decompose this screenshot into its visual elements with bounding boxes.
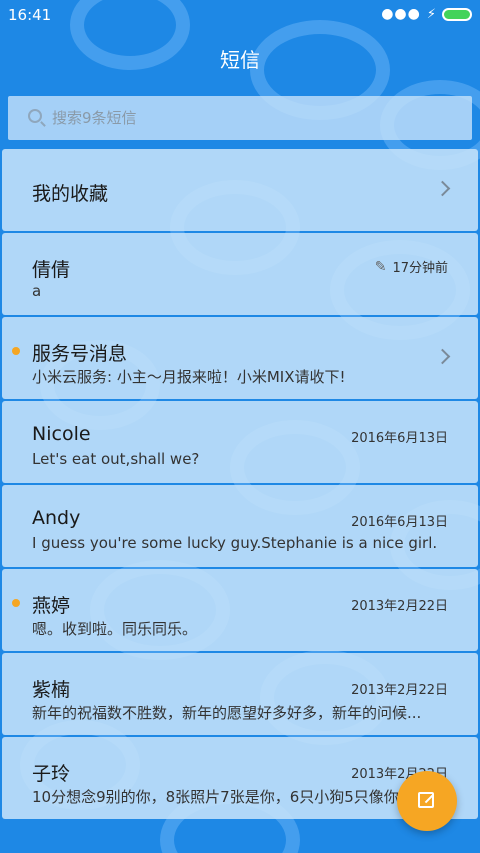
more-dots-icon: ●●● <box>381 6 421 22</box>
message-preview: a <box>32 282 42 300</box>
message-time: 17分钟前 <box>392 261 448 276</box>
search-input[interactable] <box>52 96 452 140</box>
compose-button[interactable] <box>397 771 457 831</box>
message-time: 2013年2月22日 <box>351 599 448 614</box>
message-time: 2013年2月22日 <box>351 683 448 698</box>
unread-dot <box>12 347 20 355</box>
favorites-label: 我的收藏 <box>32 183 109 205</box>
message-preview: 嗯。收到啦。同乐同乐。 <box>32 620 198 638</box>
contact-name: 倩倩 <box>32 259 71 281</box>
contact-name: 子玲 <box>32 763 71 785</box>
chevron-right-icon <box>434 180 451 197</box>
message-preview: Let's eat out,shall we? <box>32 450 200 468</box>
contact-name: 服务号消息 <box>32 343 128 365</box>
page-title: 短信 <box>220 48 260 72</box>
favorites-item[interactable]: 我的收藏 <box>2 149 478 231</box>
contact-name: 燕婷 <box>32 595 71 617</box>
contact-name: Andy <box>32 507 81 529</box>
compose-icon <box>418 792 434 808</box>
conversation-item[interactable]: Nicole Let's eat out,shall we? 2016年6月13… <box>2 401 478 483</box>
message-preview: 10分想念9别的你，8张照片7张是你，6只小狗5只像你 <box>32 788 399 806</box>
conversation-item[interactable]: Andy I guess you're some lucky guy.Steph… <box>2 485 478 567</box>
message-time: 2016年6月13日 <box>351 515 448 530</box>
conversation-item[interactable]: 倩倩 a ✎ 17分钟前 <box>2 233 478 315</box>
draft-indicator: ✎ 17分钟前 <box>374 257 448 277</box>
conversation-item[interactable]: 燕婷 嗯。收到啦。同乐同乐。 2013年2月22日 <box>2 569 478 651</box>
charging-bolt-icon: ⚡ <box>426 6 436 22</box>
unread-dot <box>12 599 20 607</box>
contact-name: Nicole <box>32 423 91 445</box>
message-time: 2016年6月13日 <box>351 431 448 446</box>
pencil-icon: ✎ <box>374 258 387 275</box>
message-preview: I guess you're some lucky guy.Stephanie … <box>32 534 438 552</box>
message-preview: 新年的祝福数不胜数，新年的愿望好多好多，新年的问候... <box>32 704 422 722</box>
battery-icon <box>442 7 472 21</box>
search-icon <box>28 109 42 123</box>
chevron-right-icon <box>434 348 451 365</box>
status-bar: 16:41 ●●● ⚡ <box>0 0 480 30</box>
conversation-item[interactable]: 服务号消息 小米云服务: 小主～月报来啦！小米MIX请收下! <box>2 317 478 399</box>
status-time: 16:41 <box>8 6 52 24</box>
status-icons: ●●● ⚡ <box>381 6 472 22</box>
conversation-item[interactable]: 紫楠 新年的祝福数不胜数，新年的愿望好多好多，新年的问候... 2013年2月2… <box>2 653 478 735</box>
contact-name: 紫楠 <box>32 679 71 701</box>
message-preview: 小米云服务: 小主～月报来啦！小米MIX请收下! <box>32 368 346 386</box>
search-bar[interactable] <box>8 96 472 140</box>
